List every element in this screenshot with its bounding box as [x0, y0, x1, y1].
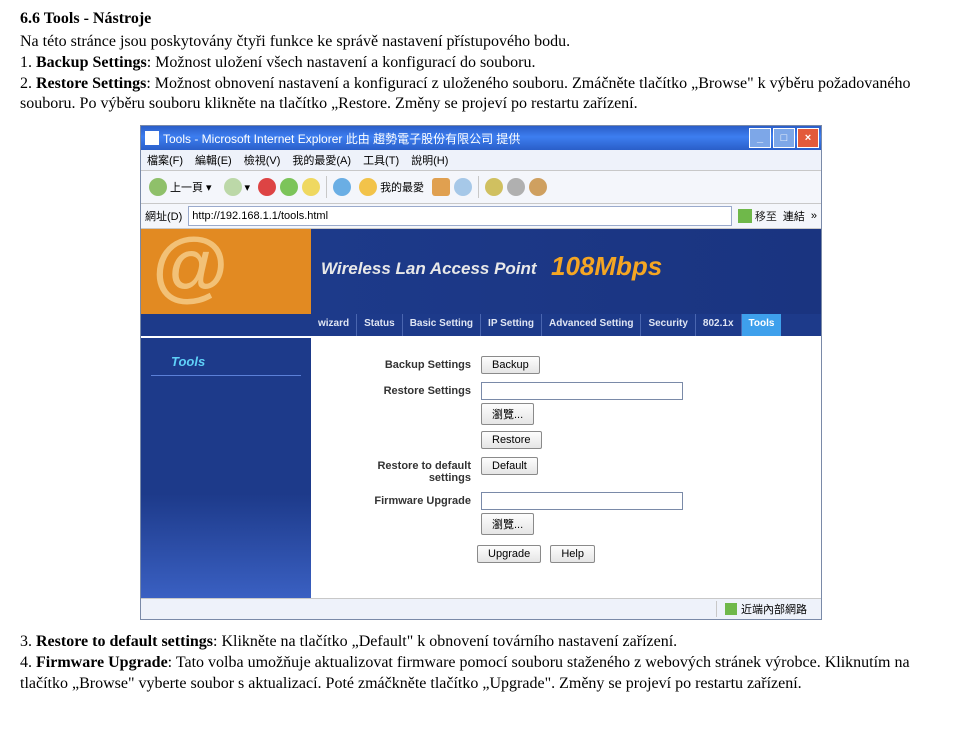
ie-icon: [145, 131, 159, 145]
menu-bar: 檔案(F) 編輯(E) 檢視(V) 我的最愛(A) 工具(T) 說明(H): [141, 150, 821, 171]
label-backup: Backup Settings: [341, 356, 481, 371]
label-restore: Restore Settings: [341, 382, 481, 397]
sidebar-item-tools[interactable]: Tools: [141, 338, 311, 375]
stop-icon[interactable]: [258, 178, 276, 196]
address-label: 網址(D): [145, 208, 182, 224]
sidebar: Tools: [141, 338, 311, 598]
firmware-file-input[interactable]: [481, 492, 683, 510]
tab-8021x[interactable]: 802.1x: [695, 314, 741, 336]
menu-view[interactable]: 檢視(V): [244, 152, 281, 168]
menu-tools[interactable]: 工具(T): [363, 152, 399, 168]
browse-button-restore[interactable]: 瀏覽...: [481, 403, 534, 425]
go-button[interactable]: 移至: [738, 208, 777, 224]
menu-file[interactable]: 檔案(F): [147, 152, 183, 168]
star-icon: [359, 178, 377, 196]
menu-help[interactable]: 說明(H): [411, 152, 448, 168]
close-button[interactable]: ×: [797, 128, 819, 148]
browse-button-firmware[interactable]: 瀏覽...: [481, 513, 534, 535]
help-button[interactable]: Help: [550, 545, 595, 563]
home-icon[interactable]: [302, 178, 320, 196]
title-bar: Tools - Microsoft Internet Explorer 此由 趨…: [141, 126, 821, 150]
backup-button[interactable]: Backup: [481, 356, 540, 374]
history-icon[interactable]: [454, 178, 472, 196]
intro-text: Na této stránce jsou poskytovány čtyři f…: [20, 32, 940, 115]
go-icon: [738, 209, 752, 223]
page-body: @ Wireless Lan Access Point 108Mbps wiza…: [141, 229, 821, 598]
window-controls: _ □ ×: [749, 128, 819, 148]
label-default: Restore to default settings: [341, 457, 481, 484]
toolbar: 上一頁 ▾ ▾ 我的最愛: [141, 171, 821, 204]
brand-text: Wireless Lan Access Point: [321, 259, 537, 279]
restore-button[interactable]: Restore: [481, 431, 542, 449]
tab-basic[interactable]: Basic Setting: [402, 314, 480, 336]
menu-favorites[interactable]: 我的最愛(A): [292, 152, 351, 168]
search-icon[interactable]: [333, 178, 351, 196]
back-icon: [149, 178, 167, 196]
content-area: Tools Backup Settings Backup Restore Set…: [141, 338, 821, 598]
nav-tabs: wizard Status Basic Setting IP Setting A…: [141, 314, 821, 336]
address-bar: 網址(D) http://192.168.1.1/tools.html 移至 連…: [141, 204, 821, 229]
links-label[interactable]: 連結: [783, 208, 805, 224]
refresh-icon[interactable]: [280, 178, 298, 196]
forward-button[interactable]: ▾: [220, 176, 255, 198]
url-input[interactable]: http://192.168.1.1/tools.html: [188, 206, 732, 226]
form-panel: Backup Settings Backup Restore Settings …: [311, 338, 821, 598]
maximize-button[interactable]: □: [773, 128, 795, 148]
media-icon[interactable]: [432, 178, 450, 196]
forward-icon: [224, 178, 242, 196]
section-heading: 6.6 Tools - Nástroje: [20, 10, 940, 28]
tab-advanced[interactable]: Advanced Setting: [541, 314, 640, 336]
post-text: 3. Restore to default settings: Klikněte…: [20, 632, 940, 694]
tab-status[interactable]: Status: [356, 314, 402, 336]
menu-edit[interactable]: 編輯(E): [195, 152, 232, 168]
default-button[interactable]: Default: [481, 457, 538, 475]
mail-icon[interactable]: [485, 178, 503, 196]
label-firmware: Firmware Upgrade: [341, 492, 481, 507]
minimize-button[interactable]: _: [749, 128, 771, 148]
status-bar: 近端內部網路: [141, 598, 821, 619]
tab-tools[interactable]: Tools: [741, 314, 782, 336]
zone-icon: [725, 603, 737, 615]
status-zone: 近端內部網路: [716, 601, 815, 617]
at-graphic: @: [151, 229, 227, 312]
back-button[interactable]: 上一頁 ▾: [145, 176, 216, 198]
edit-icon[interactable]: [529, 178, 547, 196]
tab-security[interactable]: Security: [640, 314, 694, 336]
print-icon[interactable]: [507, 178, 525, 196]
browser-window: Tools - Microsoft Internet Explorer 此由 趨…: [140, 125, 822, 620]
favorites-button[interactable]: 我的最愛: [355, 176, 428, 198]
upgrade-button[interactable]: Upgrade: [477, 545, 541, 563]
tab-ip[interactable]: IP Setting: [480, 314, 541, 336]
restore-file-input[interactable]: [481, 382, 683, 400]
mbps-badge: 108Mbps: [551, 251, 662, 282]
tab-wizard[interactable]: wizard: [311, 314, 356, 336]
window-title: Tools - Microsoft Internet Explorer 此由 趨…: [163, 130, 749, 147]
page-banner: @ Wireless Lan Access Point 108Mbps: [141, 229, 821, 314]
